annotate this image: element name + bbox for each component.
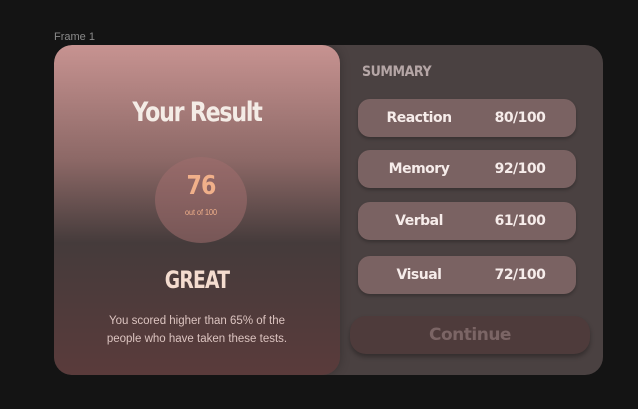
grade-label: GREAT	[164, 266, 230, 294]
continue-button[interactable]: Continue	[350, 316, 590, 354]
frame-label: Frame 1	[54, 31, 95, 43]
score-circle: 76 out of 100	[155, 157, 247, 243]
summary-item-verbal: Verbal 61/100	[358, 202, 576, 240]
summary-item-label: Visual	[396, 267, 442, 283]
summary-item-score: 72/100	[494, 267, 546, 283]
results-card: Your Result 76 out of 100 GREAT You scor…	[54, 45, 603, 375]
summary-item-reaction: Reaction 80/100	[358, 99, 576, 137]
result-panel: Your Result 76 out of 100 GREAT You scor…	[54, 45, 340, 375]
summary-item-label: Verbal	[395, 213, 443, 229]
result-title: Your Result	[132, 97, 262, 128]
score-subtext: out of 100	[184, 208, 218, 217]
summary-item-label: Memory	[388, 161, 450, 177]
summary-item-score: 92/100	[494, 161, 546, 177]
result-description: You scored higher than 65% of the people…	[106, 315, 288, 345]
summary-item-score: 80/100	[494, 110, 546, 126]
summary-item-memory: Memory 92/100	[358, 150, 576, 188]
summary-item-visual: Visual 72/100	[358, 256, 576, 294]
summary-item-label: Reaction	[386, 110, 452, 126]
summary-heading: SUMMARY	[362, 64, 432, 80]
canvas: Frame 1 Your Result 76 out of 100 GREAT …	[0, 0, 638, 409]
summary-item-score: 61/100	[494, 213, 546, 229]
score-value: 76	[186, 171, 216, 201]
